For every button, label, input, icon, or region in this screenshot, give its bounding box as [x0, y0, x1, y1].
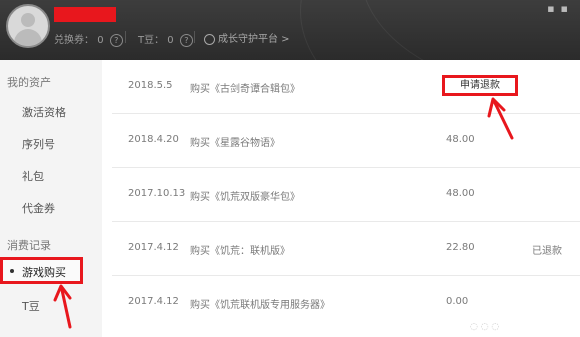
active-bullet-icon — [10, 269, 14, 273]
exchange-voucher-stat: 兑换券： 0 ? — [54, 31, 123, 47]
sidebar-item-activation[interactable]: 激活资格 — [22, 104, 66, 120]
purchase-description: 购买《饥荒双版豪华包》 — [190, 192, 300, 203]
avatar[interactable] — [6, 4, 50, 48]
guardian-platform-label: 成长守护平台 > — [218, 34, 290, 45]
avatar-head-shape — [21, 13, 35, 27]
redacted-username — [54, 7, 116, 22]
sidebar-item-label: 游戏购买 — [22, 266, 66, 279]
purchase-description: 购买《饥荒：联机版》 — [190, 246, 290, 257]
purchase-amount: 22.80 — [446, 242, 475, 253]
sidebar-section-records: 消费记录 — [7, 239, 51, 252]
sidebar: 我的资产 激活资格 序列号 礼包 代金券 消费记录 游戏购买 T豆 — [0, 60, 102, 337]
sidebar-item-game-purchase[interactable]: 游戏购买 — [0, 257, 83, 284]
sidebar-item-voucher[interactable]: 代金券 — [22, 200, 55, 216]
exchange-voucher-label: 兑换券： — [54, 35, 94, 46]
tbean-value: 0 — [167, 35, 174, 46]
purchase-amount: 0.00 — [446, 296, 469, 307]
purchase-date: 2018.4.20 — [128, 134, 179, 145]
tbean-stat: T豆： 0 ? — [138, 31, 193, 47]
request-refund-button[interactable]: 申请退款 — [442, 75, 518, 96]
window-controls[interactable]: ▪▪ — [547, 2, 574, 15]
avatar-body-shape — [14, 29, 42, 46]
table-row: 2017.4.12 购买《饥荒联机版专用服务器》 0.00 — [112, 276, 580, 329]
sidebar-item-serial[interactable]: 序列号 — [22, 136, 55, 152]
account-header: 兑换券： 0 ? T豆： 0 ? 成长守护平台 > ▪▪ — [0, 0, 580, 60]
table-row: 2017.4.12 购买《饥荒：联机版》 22.80 已退款 — [112, 222, 580, 276]
shield-icon — [204, 33, 215, 45]
purchase-description: 购买《星露谷物语》 — [190, 138, 280, 149]
header-divider — [125, 31, 126, 43]
table-row: 2018.5.5 购买《古剑奇谭合辑包》 申请退款 — [112, 60, 580, 114]
sidebar-section-assets: 我的资产 — [7, 76, 51, 89]
help-icon[interactable]: ? — [179, 33, 193, 47]
purchase-date: 2017.4.12 — [128, 242, 179, 253]
purchase-amount: 48.00 — [446, 188, 475, 199]
exchange-voucher-value: 0 — [97, 35, 104, 46]
purchase-date: 2018.5.5 — [128, 80, 173, 91]
guardian-platform-link[interactable]: 成长守护平台 > — [204, 30, 290, 45]
purchase-date: 2017.4.12 — [128, 296, 179, 307]
sidebar-item-gift[interactable]: 礼包 — [22, 168, 44, 184]
header-divider — [194, 31, 195, 43]
table-row: 2017.10.13 购买《饥荒双版豪华包》 48.00 — [112, 168, 580, 222]
purchase-date: 2017.10.13 — [128, 188, 186, 199]
help-icon[interactable]: ? — [109, 33, 123, 47]
table-row: 2018.4.20 购买《星露谷物语》 48.00 — [112, 114, 580, 168]
tbean-label: T豆： — [138, 35, 165, 46]
refund-status: 已退款 — [532, 246, 562, 257]
watermark: ◌ ◌ ◌ — [470, 322, 500, 332]
sidebar-item-tbean[interactable]: T豆 — [22, 298, 40, 314]
purchase-amount: 48.00 — [446, 134, 475, 145]
purchase-description: 购买《古剑奇谭合辑包》 — [190, 84, 300, 95]
purchase-description: 购买《饥荒联机版专用服务器》 — [190, 300, 330, 311]
